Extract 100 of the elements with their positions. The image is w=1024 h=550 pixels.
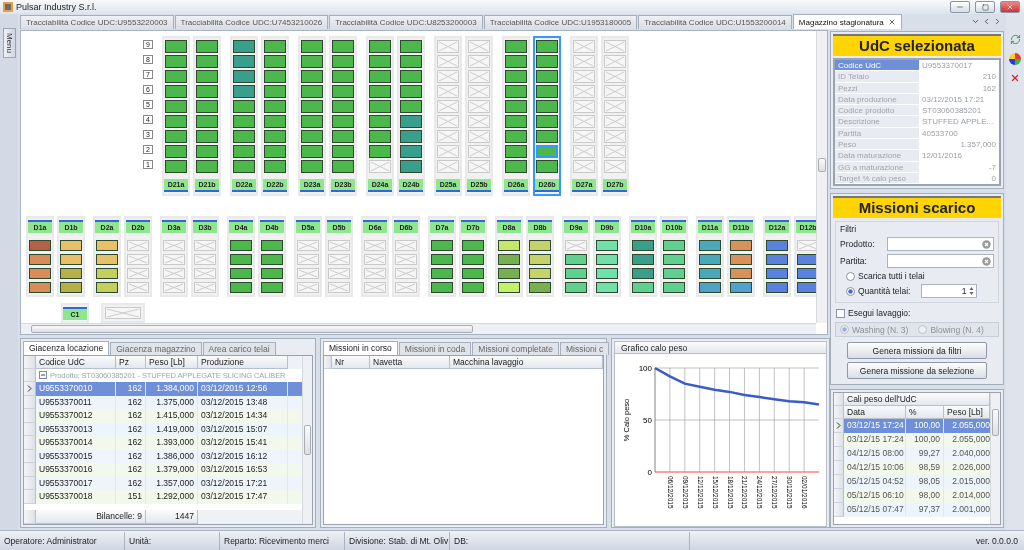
- storage-slot[interactable]: [663, 240, 685, 251]
- storage-slot[interactable]: [505, 145, 527, 158]
- storage-slot[interactable]: [165, 85, 187, 98]
- storage-slot[interactable]: [301, 145, 323, 158]
- storage-slot[interactable]: [431, 268, 453, 279]
- color-wheel-icon[interactable]: [1009, 53, 1021, 65]
- storage-slot[interactable]: [536, 85, 558, 98]
- document-tab[interactable]: Tracciabilità Codice UDC:U1553200014: [638, 15, 792, 29]
- storage-slot[interactable]: [431, 254, 453, 265]
- storage-slot[interactable]: [261, 268, 283, 279]
- input-field[interactable]: [887, 237, 994, 252]
- storage-slot[interactable]: [196, 145, 218, 158]
- table-row[interactable]: 03/12/15 17:24 100,00 2.055,000: [834, 433, 990, 448]
- chevron-right-icon[interactable]: [993, 17, 1002, 26]
- storage-slot[interactable]: [505, 130, 527, 143]
- storage-slot[interactable]: [369, 85, 391, 98]
- storage-slot[interactable]: [462, 268, 484, 279]
- table-row[interactable]: 05/12/15 04:52 98,05 2.015,000: [834, 475, 990, 490]
- storage-slot[interactable]: [264, 40, 286, 53]
- column-header[interactable]: Navetta: [370, 356, 450, 369]
- storage-slot[interactable]: [165, 130, 187, 143]
- storage-slot[interactable]: [400, 70, 422, 83]
- storage-slot[interactable]: [301, 85, 323, 98]
- maximize-button[interactable]: [975, 1, 995, 13]
- storage-slot[interactable]: [699, 268, 721, 279]
- document-tab[interactable]: Tracciabilità Codice UDC:U1953180005: [483, 15, 638, 29]
- storage-slot[interactable]: [369, 70, 391, 83]
- storage-slot[interactable]: [462, 282, 484, 293]
- table-row[interactable]: 04/12/15 10:06 98,59 2.026,000: [834, 461, 990, 476]
- storage-slot[interactable]: [529, 282, 551, 293]
- storage-slot[interactable]: [431, 282, 453, 293]
- storage-slot[interactable]: [565, 254, 587, 265]
- storage-slot[interactable]: [699, 282, 721, 293]
- storage-slot[interactable]: [505, 40, 527, 53]
- storage-slot[interactable]: [233, 160, 255, 173]
- storage-slot[interactable]: [96, 268, 118, 279]
- table-row[interactable]: 05/12/15 06:10 98,00 2.014,000: [834, 489, 990, 504]
- caret-icon[interactable]: [971, 17, 980, 26]
- column-header[interactable]: Data: [844, 406, 906, 420]
- storage-slot[interactable]: [529, 268, 551, 279]
- storage-slot[interactable]: [233, 145, 255, 158]
- storage-slot[interactable]: [233, 100, 255, 113]
- storage-slot[interactable]: [301, 115, 323, 128]
- panel-tab[interactable]: Missioni c: [559, 342, 610, 355]
- storage-slot[interactable]: [505, 160, 527, 173]
- storage-slot[interactable]: [301, 160, 323, 173]
- storage-slot[interactable]: [264, 115, 286, 128]
- storage-slot[interactable]: [369, 55, 391, 68]
- storage-slot[interactable]: [230, 254, 252, 265]
- menu-tab[interactable]: Menu: [2, 28, 16, 58]
- storage-slot[interactable]: [332, 145, 354, 158]
- storage-slot[interactable]: [332, 70, 354, 83]
- storage-slot[interactable]: [165, 40, 187, 53]
- column-header[interactable]: %: [906, 406, 944, 420]
- storage-slot[interactable]: [301, 130, 323, 143]
- storage-slot[interactable]: [332, 100, 354, 113]
- storage-slot[interactable]: [632, 240, 654, 251]
- storage-slot[interactable]: [565, 268, 587, 279]
- storage-slot[interactable]: [165, 115, 187, 128]
- storage-slot[interactable]: [730, 282, 752, 293]
- document-tab[interactable]: Tracciabilità Codice UDC:U7453210026: [174, 15, 329, 29]
- storage-slot[interactable]: [230, 240, 252, 251]
- quantity-field[interactable]: 1: [921, 284, 978, 299]
- storage-slot[interactable]: [498, 240, 520, 251]
- spinner-icon[interactable]: [969, 286, 975, 297]
- vertical-scrollbar[interactable]: [816, 31, 827, 323]
- storage-slot[interactable]: [29, 282, 51, 293]
- storage-slot[interactable]: [165, 55, 187, 68]
- storage-slot[interactable]: [301, 70, 323, 83]
- storage-slot[interactable]: [431, 240, 453, 251]
- close-icon[interactable]: [1010, 73, 1020, 83]
- storage-slot[interactable]: [264, 85, 286, 98]
- column-header[interactable]: Peso [Lb]: [944, 406, 990, 420]
- refresh-icon[interactable]: [1009, 34, 1021, 45]
- column-header[interactable]: Pz: [116, 356, 146, 369]
- storage-slot[interactable]: [400, 55, 422, 68]
- storage-slot[interactable]: [699, 254, 721, 265]
- panel-tab[interactable]: Missioni in coda: [398, 342, 472, 355]
- storage-slot[interactable]: [632, 268, 654, 279]
- storage-slot[interactable]: [196, 100, 218, 113]
- storage-slot[interactable]: [632, 282, 654, 293]
- table-row[interactable]: U9553370014 162 1.393,000 03/12/2015 15:41: [24, 436, 302, 450]
- storage-slot[interactable]: [369, 115, 391, 128]
- document-tab[interactable]: Magazzino stagionatura: [792, 14, 902, 29]
- storage-slot[interactable]: [233, 40, 255, 53]
- storage-slot[interactable]: [663, 268, 685, 279]
- radio-button[interactable]: [846, 271, 855, 281]
- storage-slot[interactable]: [565, 282, 587, 293]
- input-field[interactable]: [887, 254, 994, 269]
- storage-slot[interactable]: [529, 240, 551, 251]
- panel-tab[interactable]: Giacenza locazione: [23, 341, 110, 355]
- table-row[interactable]: U9553370016 162 1.379,000 03/12/2015 16:53: [24, 463, 302, 477]
- storage-slot[interactable]: [369, 100, 391, 113]
- panel-tab[interactable]: Missioni in corso: [323, 341, 398, 355]
- storage-slot[interactable]: [332, 85, 354, 98]
- storage-slot[interactable]: [196, 40, 218, 53]
- storage-slot[interactable]: [165, 100, 187, 113]
- panel-tab[interactable]: Giacenza magazzino: [110, 342, 202, 355]
- column-header[interactable]: Nr: [332, 356, 370, 369]
- storage-slot[interactable]: [529, 254, 551, 265]
